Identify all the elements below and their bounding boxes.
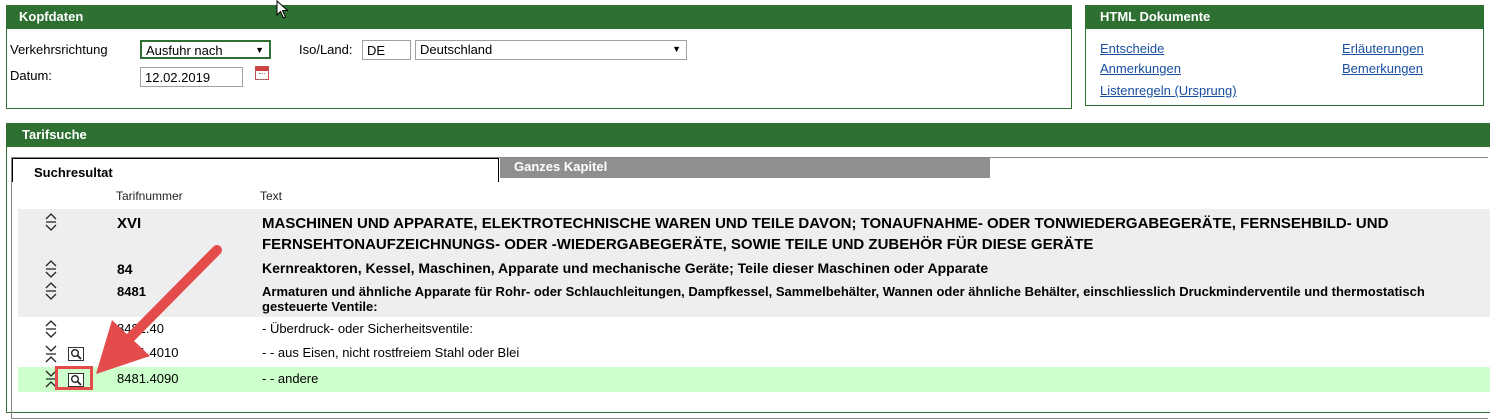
iso-input[interactable] <box>362 40 411 60</box>
html-dokumente-panel: HTML Dokumente Entscheide Erläuterungen … <box>1085 5 1484 106</box>
tarifnummer: 8481.40 <box>117 321 164 336</box>
html-dokumente-title: HTML Dokumente <box>1086 6 1483 29</box>
col-header-text: Text <box>260 189 283 203</box>
verkehrsrichtung-label: Verkehrsrichtung <box>10 42 108 57</box>
land-value: Deutschland <box>420 42 493 57</box>
chevron-down-icon: ▼ <box>255 45 264 55</box>
link-listenregeln[interactable]: Listenregeln (Ursprung) <box>1100 83 1237 98</box>
verkehrsrichtung-value: Ausfuhr nach <box>146 43 223 58</box>
datum-label: Datum: <box>10 68 52 83</box>
table-row: 84 Kernreaktoren, Kessel, Maschinen, App… <box>18 257 1490 279</box>
kopfdaten-title: Kopfdaten <box>7 6 1071 29</box>
link-anmerkungen[interactable]: Anmerkungen <box>1100 61 1181 76</box>
expand-collapse-icon[interactable] <box>45 260 57 278</box>
chevron-down-icon: ▼ <box>672 44 681 54</box>
table-row: 8481 Armaturen und ähnliche Apparate für… <box>18 279 1490 317</box>
expand-collapse-icon[interactable] <box>45 213 57 231</box>
expand-collapse-icon[interactable] <box>45 320 57 338</box>
tarifnummer: 8481.4010 <box>117 345 179 360</box>
table-row-selected: 8481.4090 - - andere <box>18 367 1490 392</box>
collapse-icon[interactable] <box>45 345 57 363</box>
annotation-highlight-box <box>55 366 93 390</box>
calendar-icon[interactable] <box>255 66 269 80</box>
table-row: 8481.4010 - - aus Eisen, nicht rostfreie… <box>18 341 1490 367</box>
iso-land-label: Iso/Land: <box>299 42 353 57</box>
tarif-text: - - aus Eisen, nicht rostfreiem Stahl od… <box>262 345 520 360</box>
tarif-text: - Überdruck- oder Sicherheitsventile: <box>262 321 473 336</box>
tarifsuche-title: Tarifsuche <box>7 124 1490 147</box>
link-erlaeuterungen[interactable]: Erläuterungen <box>1342 41 1424 56</box>
table-row: 8481.40 - Überdruck- oder Sicherheitsven… <box>18 317 1490 341</box>
link-bemerkungen[interactable]: Bemerkungen <box>1342 61 1423 76</box>
tarif-text: Armaturen und ähnliche Apparate für Rohr… <box>262 284 1425 314</box>
tarif-text: Kernreaktoren, Kessel, Maschinen, Appara… <box>262 260 989 276</box>
tarif-text: MASCHINEN UND APPARATE, ELEKTROTECHNISCH… <box>262 215 1389 253</box>
mouse-cursor-icon <box>276 0 289 19</box>
tarifnummer: 84 <box>117 261 133 277</box>
tarifnummer: 8481 <box>117 284 146 299</box>
kopfdaten-panel: Kopfdaten Verkehrsrichtung Ausfuhr nach … <box>6 5 1072 109</box>
tarifnummer: XVI <box>117 215 142 232</box>
link-entscheide[interactable]: Entscheide <box>1100 41 1164 56</box>
expand-collapse-icon[interactable] <box>45 282 57 300</box>
tab-ganzes-kapitel[interactable]: Ganzes Kapitel <box>500 158 990 178</box>
tarifsuche-panel: Tarifsuche Suchresultat Ganzes Kapitel T… <box>6 123 1490 419</box>
table-row: XVI MASCHINEN UND APPARATE, ELEKTROTECHN… <box>18 209 1490 257</box>
col-header-tarifnummer: Tarifnummer <box>116 189 183 203</box>
tab-suchresultat[interactable]: Suchresultat <box>12 158 499 182</box>
land-select[interactable]: Deutschland ▼ <box>415 40 687 60</box>
tarifnummer: 8481.4090 <box>117 371 179 386</box>
tarif-text: - - andere <box>262 371 319 386</box>
magnifier-detail-icon[interactable] <box>68 347 84 361</box>
datum-input[interactable] <box>140 67 243 87</box>
verkehrsrichtung-select[interactable]: Ausfuhr nach ▼ <box>140 40 271 59</box>
